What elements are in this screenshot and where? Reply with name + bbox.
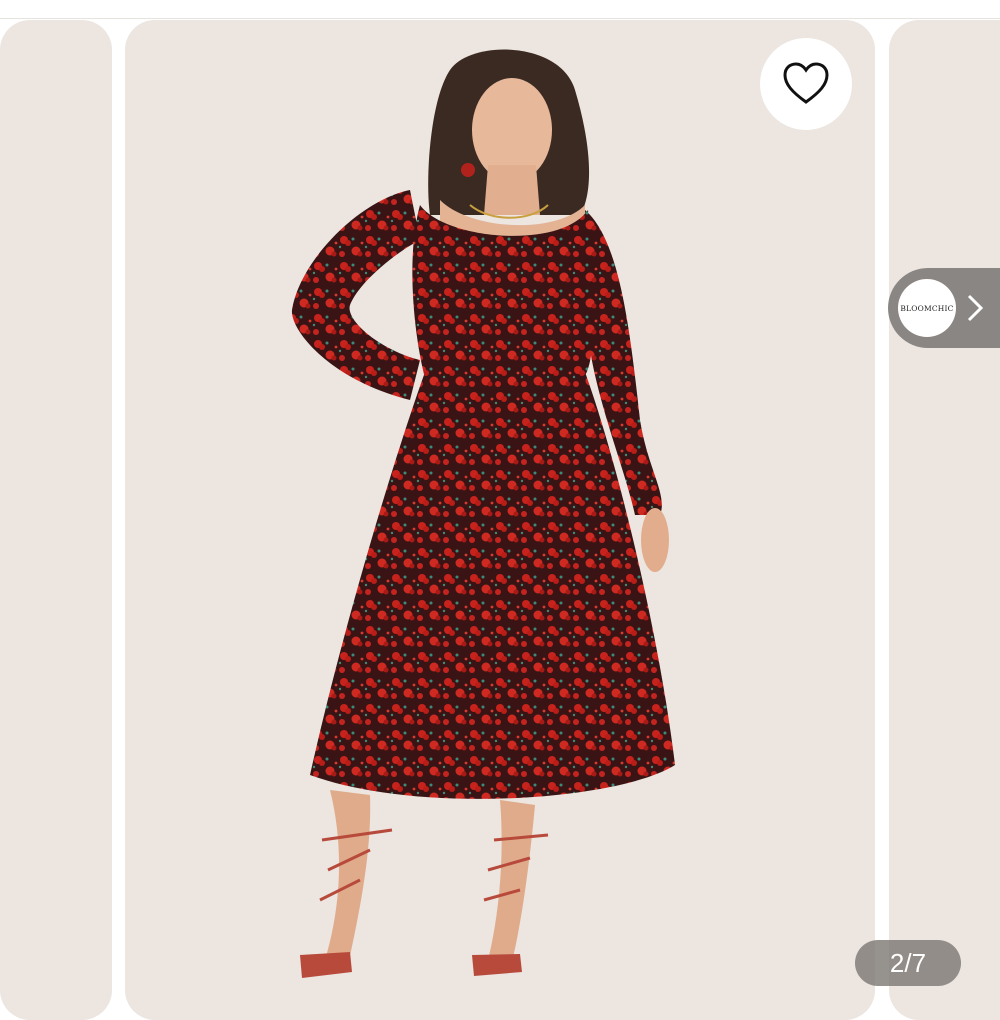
heart-outline-icon: [783, 62, 829, 104]
image-counter-label: 2/7: [889, 947, 927, 978]
store-logo: BLOOMCHIC: [898, 279, 956, 337]
gallery-card-next[interactable]: [889, 20, 1000, 1020]
favorite-button[interactable]: [760, 38, 852, 130]
product-photo: [291, 49, 675, 978]
store-badge-next-button[interactable]: BLOOMCHIC: [888, 268, 1000, 348]
image-counter: 2/7: [855, 940, 961, 986]
gallery-card-current[interactable]: [125, 20, 875, 1020]
store-logo-label: BLOOMCHIC: [900, 303, 954, 313]
gallery-card-previous[interactable]: [0, 20, 112, 1020]
top-divider: [0, 18, 1000, 19]
chevron-right-icon: [967, 294, 984, 322]
